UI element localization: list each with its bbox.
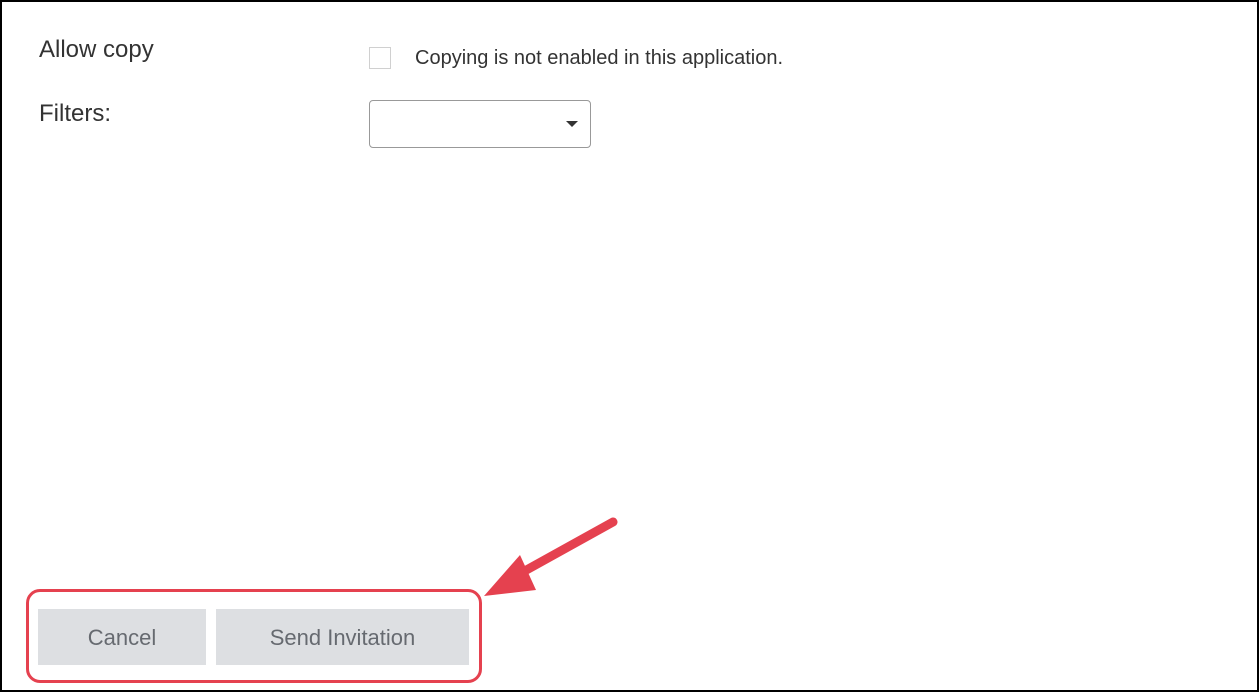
allow-copy-checkbox[interactable] <box>369 47 391 69</box>
send-invitation-button[interactable]: Send Invitation <box>216 609 469 665</box>
caret-down-icon <box>566 121 578 127</box>
dialog-panel: Allow copy Copying is not enabled in thi… <box>0 0 1259 692</box>
filters-select[interactable] <box>369 100 591 148</box>
filters-label: Filters: <box>39 100 111 127</box>
allow-copy-note: Copying is not enabled in this applicati… <box>415 47 784 69</box>
cancel-button[interactable]: Cancel <box>38 609 206 665</box>
allow-copy-label: Allow copy <box>39 36 154 63</box>
